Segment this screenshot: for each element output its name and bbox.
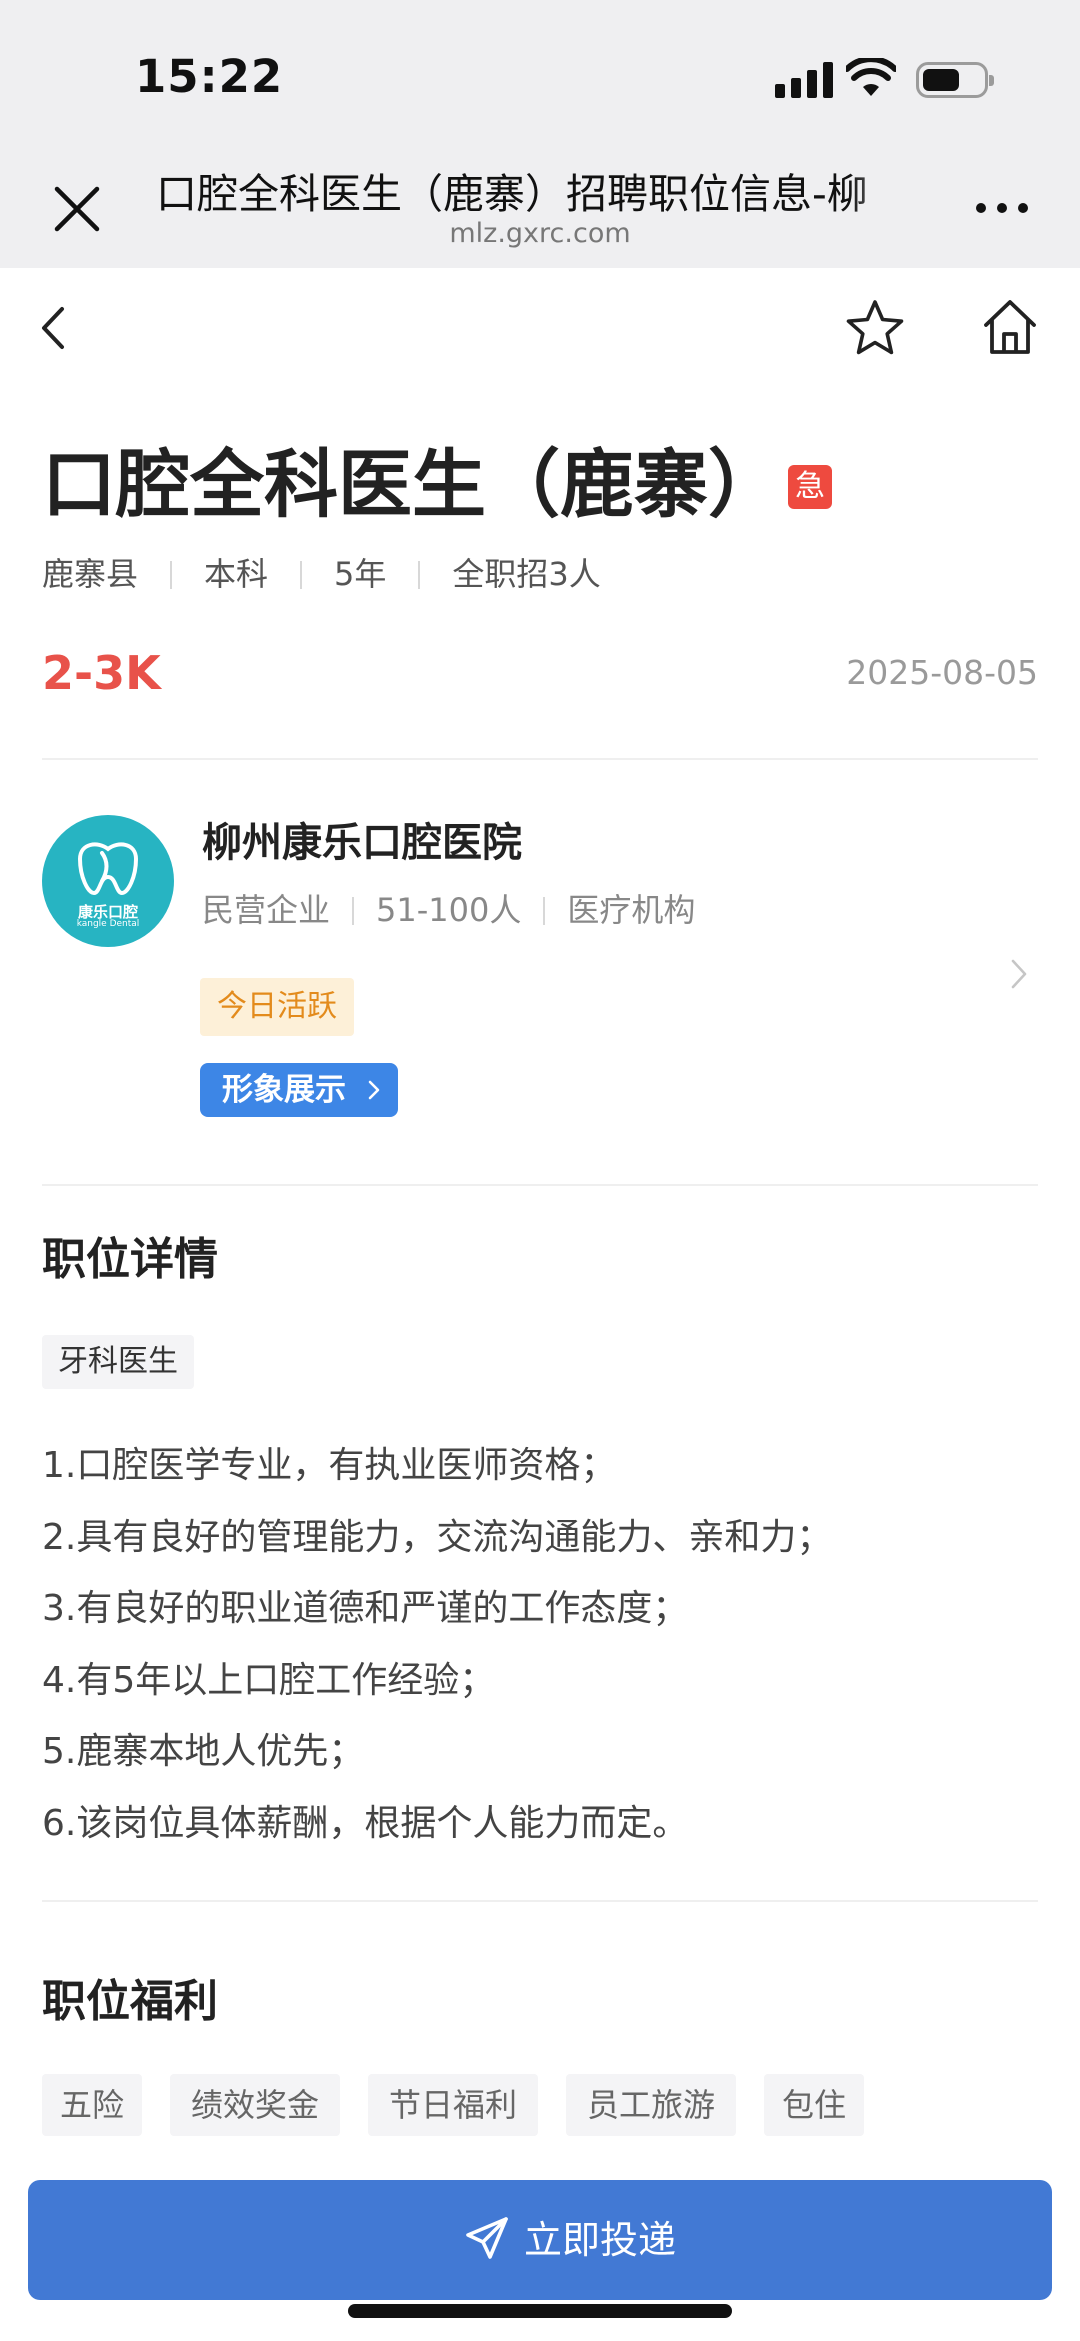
chevron-right-icon [368,1080,380,1100]
send-icon [466,2217,508,2259]
job-type-headcount: 全职招3人 [452,555,601,593]
company-logo[interactable]: 康乐口腔 kangle Dental [42,815,174,947]
page-title: 口腔全科医生（鹿寨）招聘职位信息-柳 [156,170,868,218]
apply-now-label: 立即投递 [524,2218,677,2262]
job-meta: 鹿寨县 本科 5年 全职招3人 [42,554,601,594]
company-size: 51-100人 [376,891,522,929]
job-experience: 5年 [334,555,387,593]
showcase-label: 形象展示 [222,1072,346,1108]
job-location: 鹿寨县 [42,555,139,593]
company-ownership: 民营企业 [202,891,331,929]
home-icon[interactable] [982,298,1038,356]
more-icon[interactable] [976,203,1028,213]
star-icon[interactable] [844,298,906,358]
description-line: 1.口腔医学专业，有执业医师资格； [42,1445,617,1486]
post-date: 2025-08-05 [846,653,1038,692]
cellular-signal-icon [775,62,833,98]
browser-header: 15:22 口腔全科医生（鹿寨）招聘职位信息-柳 mlz.gxrc.com [0,0,1080,268]
company-chevron-right-icon[interactable] [1010,958,1028,990]
benefit-tag: 五险 [42,2074,142,2136]
company-meta: 民营企业 51-100人 医疗机构 [202,890,695,930]
divider [42,1900,1038,1902]
divider [42,758,1038,760]
benefit-tag: 包住 [764,2074,864,2136]
description-line: 2.具有良好的管理能力，交流沟通能力、亲和力； [42,1516,833,1558]
logo-text-en: kangle Dental [76,919,140,929]
benefit-tag: 员工旅游 [566,2074,736,2136]
wifi-icon [846,58,896,96]
section-title-benefits: 职位福利 [42,1976,218,2027]
job-description: 1.口腔医学专业，有执业医师资格； 2.具有良好的管理能力，交流沟通能力、亲和力… [42,1430,1042,1860]
urgent-badge: 急 [788,465,832,509]
tooth-logo-icon [77,842,139,896]
company-name[interactable]: 柳州康乐口腔医院 [202,815,522,871]
home-indicator[interactable] [348,2304,732,2318]
benefit-tag: 绩效奖金 [170,2074,340,2136]
divider [42,1184,1038,1186]
section-title-details: 职位详情 [42,1234,218,1285]
back-icon[interactable] [38,305,68,351]
job-education: 本科 [204,555,269,593]
company-industry: 医疗机构 [567,891,696,929]
showcase-button[interactable]: 形象展示 [200,1063,398,1117]
page-domain: mlz.gxrc.com [449,218,631,249]
benefit-tag: 节日福利 [368,2074,538,2136]
description-line: 5.鹿寨本地人优先； [42,1731,365,1773]
salary: 2-3K [42,646,161,700]
description-line: 3.有良好的职业道德和严谨的工作态度； [42,1588,689,1630]
job-category-tag: 牙科医生 [42,1335,194,1389]
description-line: 4.有5年以上口腔工作经验； [42,1659,496,1701]
active-today-badge: 今日活跃 [200,978,354,1036]
status-time: 15:22 [135,50,284,103]
description-line: 6.该岗位具体薪酬，根据个人能力而定。 [42,1802,689,1844]
job-title: 口腔全科医生（鹿寨） [42,442,782,528]
battery-icon [916,62,994,98]
apply-now-button[interactable]: 立即投递 [28,2180,1052,2300]
